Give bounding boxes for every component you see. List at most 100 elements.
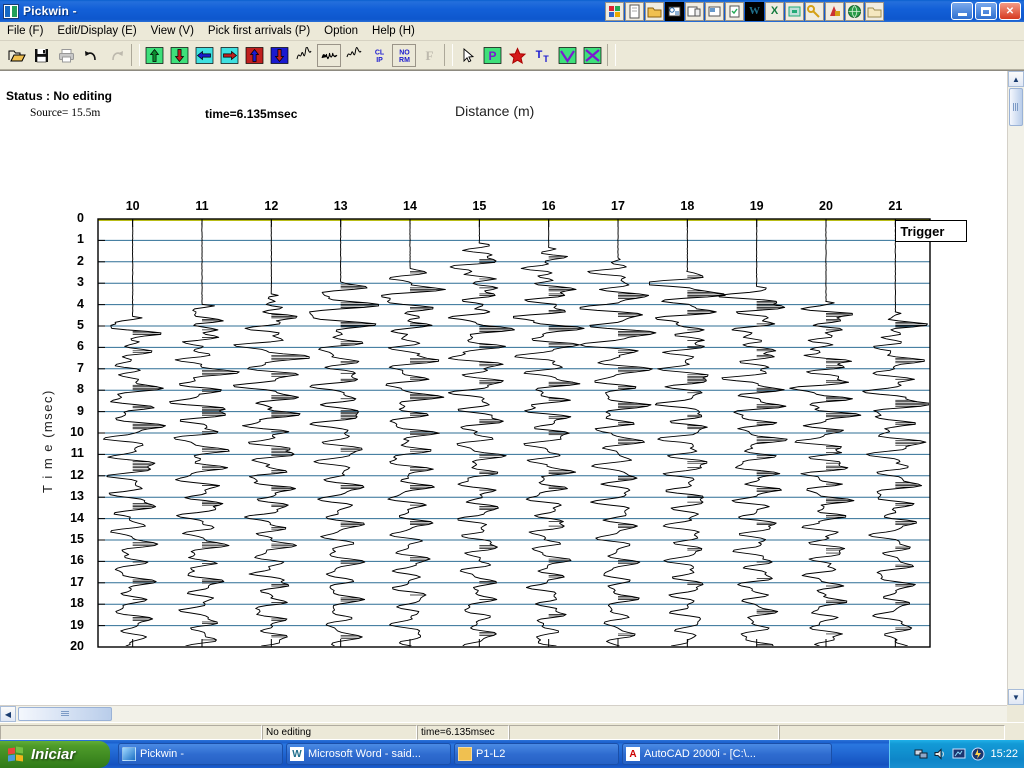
x-axis-tick-label: 15: [472, 199, 487, 213]
y-axis-tick-label: 16: [70, 553, 84, 568]
menu-bar: File (F) Edit/Display (E) View (V) Pick …: [0, 22, 1024, 41]
scroll-down-arrow[interactable]: ▼: [1008, 689, 1024, 705]
taskbar-item-pickwin[interactable]: Pickwin -: [118, 743, 283, 765]
close-button[interactable]: ✕: [999, 2, 1021, 20]
svg-text:NO: NO: [399, 49, 410, 56]
accept-button[interactable]: [555, 44, 579, 67]
new-task-icon[interactable]: [725, 1, 744, 21]
text-tool-button[interactable]: TT: [530, 44, 554, 67]
undo-button[interactable]: [79, 44, 103, 67]
cancel-button[interactable]: [580, 44, 604, 67]
horizontal-scrollbar[interactable]: ◀: [0, 705, 1007, 722]
y-axis-tick-label: 3: [77, 275, 84, 290]
y-axis-tick-label: 15: [70, 532, 84, 546]
x-axis-tick-label: 16: [541, 199, 556, 213]
clock[interactable]: 15:22: [990, 748, 1018, 760]
pick-button[interactable]: P: [480, 44, 504, 67]
window-title: Pickwin -: [23, 4, 77, 18]
powerpoint-icon[interactable]: [785, 1, 804, 21]
scroll-up-button[interactable]: [142, 44, 166, 67]
new-message-icon[interactable]: [685, 1, 704, 21]
wave-plain-button[interactable]: [342, 44, 366, 67]
office-logo-icon[interactable]: [605, 1, 624, 21]
waveform-canvas[interactable]: [0, 71, 1007, 705]
y-axis-tick-label: 1: [77, 232, 84, 247]
access-icon[interactable]: [825, 1, 844, 21]
delete-pick-button[interactable]: [505, 44, 529, 67]
pickwin-icon: [122, 747, 136, 761]
select-pointer-button[interactable]: [455, 44, 479, 67]
microsoft-excel-icon[interactable]: X: [765, 1, 784, 21]
key-icon[interactable]: [805, 1, 824, 21]
y-axis-tick-label: 17: [70, 574, 84, 589]
start-button[interactable]: Iniciar: [0, 741, 110, 768]
seismic-record-view[interactable]: Status : No editing Source= 15.5m time=6…: [0, 71, 1007, 705]
normalize-button[interactable]: NO RM: [392, 43, 416, 67]
scroll-down-button[interactable]: [167, 44, 191, 67]
svg-text:RM: RM: [399, 57, 410, 64]
maximize-button[interactable]: [975, 2, 997, 20]
network-icon[interactable]: [914, 747, 928, 761]
microsoft-word-icon[interactable]: W: [745, 1, 764, 21]
toolbar-separator-3: [607, 44, 616, 66]
svg-text:IP: IP: [376, 57, 383, 64]
menu-file[interactable]: File (F): [0, 24, 50, 38]
y-axis-tick-label: 20: [70, 639, 84, 653]
clip-button[interactable]: CL IP: [367, 44, 391, 67]
status-cell-time: time=6.135msec: [417, 724, 509, 740]
seismic-plot[interactable]: T i m e (msec) 0 1 2 3 4 5 6 7 8 9 10 11 12 13 14 15 16 1…: [0, 71, 1007, 705]
open-file-button[interactable]: [4, 44, 28, 67]
start-button-label: Iniciar: [31, 746, 76, 763]
x-axis-tick-label: 18: [680, 199, 695, 213]
menu-edit-display[interactable]: Edit/Display (E): [50, 24, 143, 38]
print-button[interactable]: [54, 44, 78, 67]
scroll-up-arrow[interactable]: ▲: [1008, 71, 1024, 87]
word-icon: W: [290, 747, 304, 761]
expand-vertical-button[interactable]: [242, 44, 266, 67]
volume-icon[interactable]: [933, 747, 947, 761]
trigger-label-box: Trigger: [895, 220, 968, 242]
wiggle-trace-button[interactable]: [292, 44, 316, 67]
filter-button[interactable]: F: [417, 44, 441, 67]
y-axis-tick-label: 12: [70, 467, 84, 482]
minimize-button[interactable]: [951, 2, 973, 20]
status-bar: No editing time=6.135msec: [0, 722, 1024, 740]
application-window: Pickwin - W X ✕ File (F) Edit/Display (E…: [0, 0, 1024, 768]
scroll-left-button[interactable]: [192, 44, 216, 67]
variable-area-button[interactable]: [317, 43, 341, 67]
redo-button[interactable]: [104, 44, 128, 67]
status-cell-0: [0, 724, 262, 740]
new-contact-icon[interactable]: [705, 1, 724, 21]
taskbar-buttons: Pickwin - W Microsoft Word - said... P1-…: [118, 743, 832, 765]
x-axis-tick-label: 20: [819, 199, 833, 213]
horizontal-scroll-thumb[interactable]: [18, 707, 112, 721]
power-icon[interactable]: [971, 747, 985, 761]
y-axis-tick-label: 13: [70, 489, 84, 504]
taskbar-item-p1l2[interactable]: P1-L2: [454, 743, 619, 765]
office-shortcut-bar: W X: [605, 1, 885, 21]
menu-option[interactable]: Option: [317, 24, 365, 38]
save-button[interactable]: [29, 44, 53, 67]
new-appointment-icon[interactable]: [665, 1, 684, 21]
y-axis-tick-label: 10: [70, 425, 84, 439]
menu-help[interactable]: Help (H): [365, 24, 422, 38]
taskbar-item-autocad-label: AutoCAD 2000i - [C:\...: [644, 748, 756, 760]
scroll-left-arrow[interactable]: ◀: [0, 706, 16, 722]
vertical-scroll-thumb[interactable]: [1009, 88, 1023, 126]
shrink-vertical-button[interactable]: [267, 44, 291, 67]
scroll-right-button[interactable]: [217, 44, 241, 67]
svg-text:CL: CL: [374, 49, 384, 56]
internet-globe-icon[interactable]: [845, 1, 864, 21]
display-icon[interactable]: [952, 747, 966, 761]
new-document-icon[interactable]: [625, 1, 644, 21]
taskbar-item-autocad[interactable]: A AutoCAD 2000i - [C:\...: [622, 743, 832, 765]
menu-view[interactable]: View (V): [144, 24, 201, 38]
my-documents-icon[interactable]: [865, 1, 884, 21]
y-axis-tick-label: 6: [77, 339, 84, 354]
vertical-scrollbar[interactable]: ▲ ▼: [1007, 71, 1024, 705]
svg-text:F: F: [425, 48, 433, 63]
open-folder-icon[interactable]: [645, 1, 664, 21]
menu-pick-first-arrivals[interactable]: Pick first arrivals (P): [201, 24, 317, 38]
autocad-icon: A: [626, 747, 640, 761]
taskbar-item-word[interactable]: W Microsoft Word - said...: [286, 743, 451, 765]
